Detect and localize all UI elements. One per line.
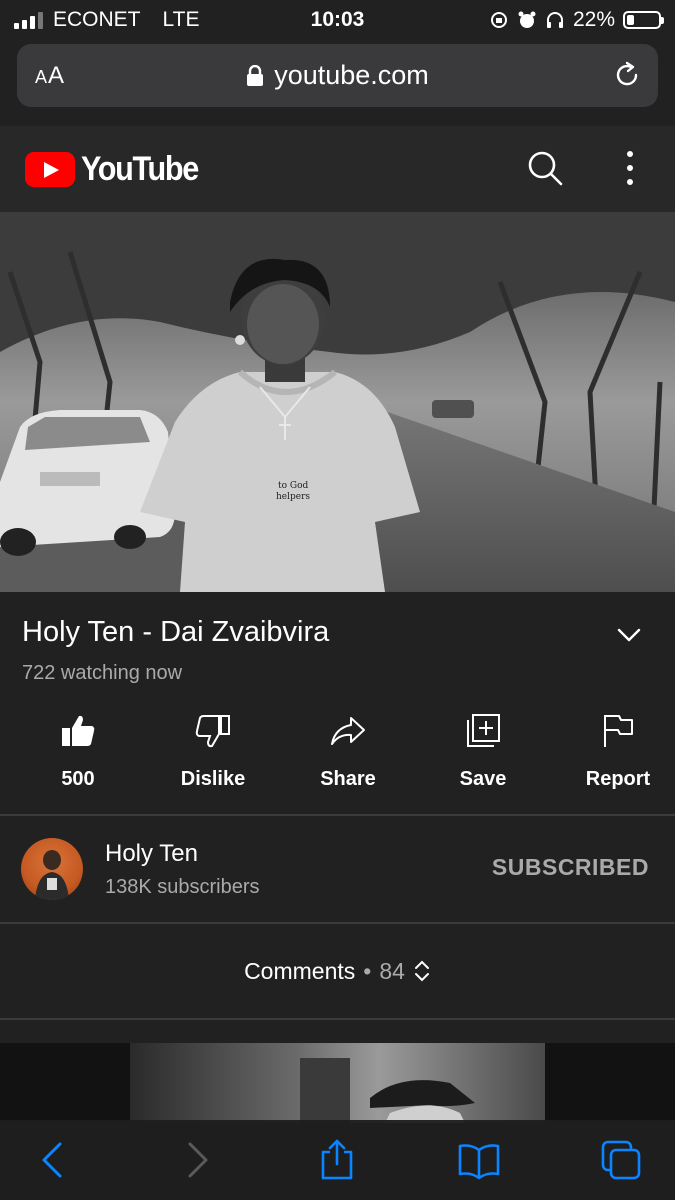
reload-icon[interactable] (612, 60, 642, 90)
channel-avatar[interactable] (21, 838, 83, 900)
tabs-icon[interactable] (599, 1138, 643, 1182)
video-title: Holy Ten - Dai Zvaibvira (22, 616, 330, 648)
flag-icon (604, 715, 633, 747)
comments-separator: • (363, 957, 372, 984)
network-type: LTE (162, 8, 200, 31)
lock-icon (247, 64, 264, 86)
bookmarks-icon[interactable] (457, 1138, 501, 1182)
avatar-image (35, 850, 69, 900)
share-button[interactable]: Share (291, 712, 405, 792)
status-left: ECONET LTE (14, 8, 274, 32)
search-icon[interactable] (525, 148, 565, 188)
aa-large: A (48, 61, 66, 89)
report-label: Report (585, 768, 651, 790)
share-arrow-icon (331, 717, 365, 745)
shirt-text-2: helpers (276, 492, 310, 502)
browser-toolbar (0, 1120, 675, 1200)
comments-label: Comments (244, 957, 356, 984)
url-text: youtube.com (274, 60, 429, 90)
youtube-play-icon (25, 151, 75, 187)
like-button[interactable]: 500 (21, 712, 135, 792)
status-time: 10:03 (310, 8, 365, 31)
back-icon[interactable] (32, 1138, 76, 1182)
video-frame: to God helpers (0, 212, 675, 592)
report-button[interactable]: Report (561, 712, 675, 792)
watching-count: 722 watching now (22, 662, 183, 684)
forward-icon[interactable] (174, 1138, 218, 1182)
youtube-header: YouTube (0, 126, 675, 212)
battery-icon (623, 11, 664, 29)
like-count: 500 (61, 768, 95, 790)
thumbnail-art (300, 1058, 475, 1123)
youtube-wordmark: YouTube (81, 149, 199, 188)
carrier-name: ECONET (53, 8, 141, 31)
share-label: Share (320, 768, 376, 790)
dislike-button[interactable]: Dislike (156, 712, 270, 792)
share-icon[interactable] (315, 1138, 359, 1182)
reader-settings-button[interactable]: AA (35, 62, 65, 90)
thumbs-down-icon (195, 715, 230, 748)
comments-count: 84 (379, 957, 405, 984)
expand-collapse-icon[interactable] (413, 958, 431, 984)
comments-section-header[interactable]: Comments • 84 (0, 924, 675, 1018)
video-info: Holy Ten - Dai Zvaibvira 722 watching no… (0, 592, 675, 812)
aa-small: A (35, 66, 49, 87)
subscribed-button[interactable]: SUBSCRIBED (492, 854, 649, 881)
channel-row[interactable]: Holy Ten 138K subscribers SUBSCRIBED (0, 816, 675, 922)
save-label: Save (459, 768, 507, 790)
thumbnail-image (130, 1043, 545, 1123)
add-to-playlist-icon (467, 714, 500, 747)
video-player[interactable]: to God helpers (0, 212, 675, 592)
dislike-label: Dislike (180, 768, 246, 790)
address-bar[interactable]: AA youtube.com (17, 44, 658, 107)
headphones-icon (546, 12, 563, 28)
car (0, 410, 175, 556)
action-bar: 500 Dislike Share Save Report (0, 712, 675, 792)
next-video-thumbnail[interactable] (0, 1043, 675, 1123)
signal-strength-icon (14, 11, 43, 29)
browser-address-area: AA youtube.com (0, 40, 675, 126)
thumbs-up-icon (62, 715, 95, 746)
status-bar: ECONET LTE 10:03 22% (0, 0, 675, 40)
battery-percent: 22% (572, 8, 615, 31)
chevron-down-icon[interactable] (612, 618, 646, 652)
url-display[interactable]: youtube.com (17, 60, 658, 91)
orientation-lock-icon (490, 12, 507, 28)
battery-fill (627, 15, 634, 25)
channel-name[interactable]: Holy Ten (105, 840, 198, 868)
status-right: 22% (401, 8, 664, 32)
more-options-icon[interactable] (620, 148, 640, 188)
divider (0, 1018, 675, 1020)
save-button[interactable]: Save (426, 712, 540, 792)
shirt-text-1: to God (278, 481, 309, 491)
alarm-icon (518, 11, 536, 28)
youtube-logo[interactable]: YouTube (25, 150, 211, 189)
subscriber-count: 138K subscribers (105, 876, 260, 898)
